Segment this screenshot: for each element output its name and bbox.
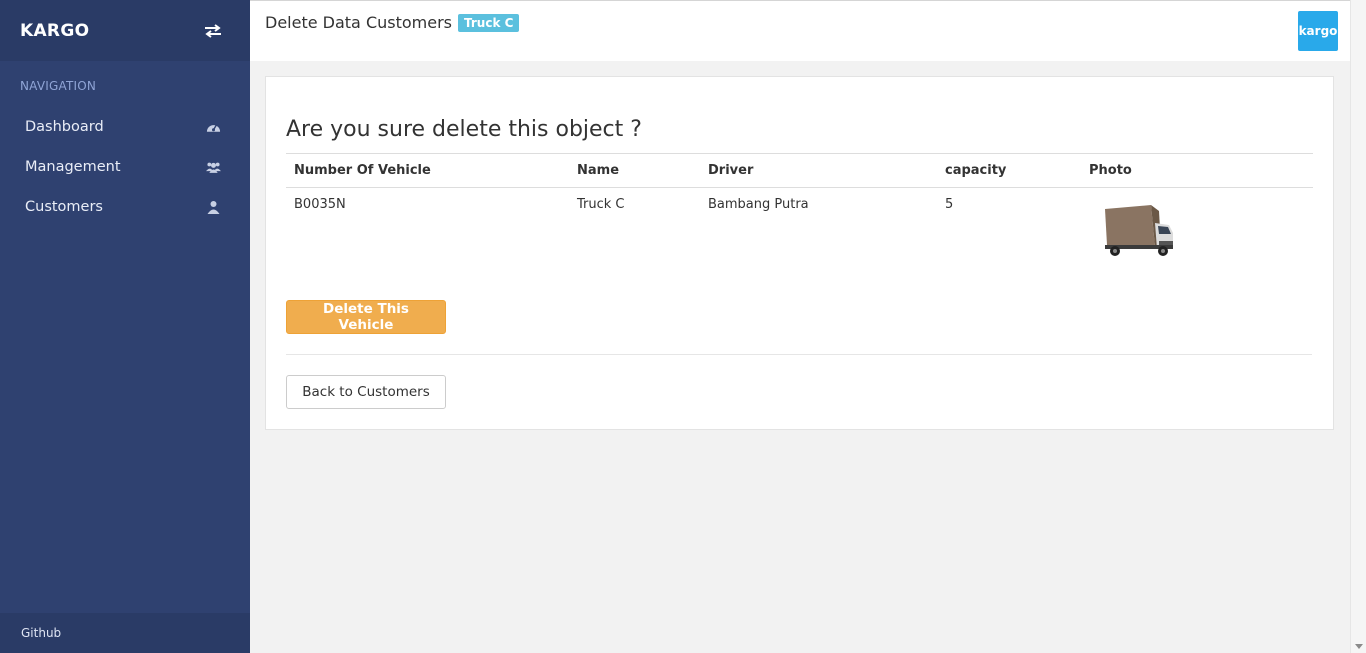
kargo-logo[interactable]: kargo	[1298, 11, 1338, 51]
cell-driver: Bambang Putra	[708, 197, 809, 212]
column-header-photo: Photo	[1081, 153, 1313, 188]
sidebar-item-label: Customers	[25, 199, 103, 215]
delete-confirm-panel: Are you sure delete this object ? Number…	[265, 76, 1334, 430]
vehicle-table: Number Of Vehicle Name Driver capacity P…	[286, 153, 1313, 282]
scrollbar[interactable]	[1350, 0, 1366, 653]
truck-photo	[1105, 205, 1173, 256]
page-title: Delete Data Customers Truck C	[265, 13, 520, 32]
sidebar-header: KARGO	[0, 0, 250, 61]
cell-name: Truck C	[577, 197, 625, 212]
table-header-row: Number Of Vehicle Name Driver capacity P…	[286, 153, 1313, 188]
column-header-number: Number Of Vehicle	[286, 153, 569, 188]
page-title-text: Delete Data Customers	[265, 13, 452, 32]
users-icon	[206, 162, 221, 173]
sidebar: KARGO NAVIGATION Dashboard Management Cu…	[0, 0, 250, 653]
user-icon	[207, 201, 220, 214]
app: KARGO NAVIGATION Dashboard Management Cu…	[0, 0, 1366, 653]
delete-vehicle-button[interactable]: Delete This Vehicle	[286, 300, 446, 334]
table-row: B0035N Truck C Bambang Putra 5	[286, 188, 1313, 282]
sidebar-item-label: Management	[25, 159, 121, 175]
column-header-capacity: capacity	[937, 153, 1081, 188]
sidebar-toggle-icon[interactable]	[204, 23, 222, 38]
sidebar-item-label: Dashboard	[25, 119, 104, 135]
sidebar-item-dashboard[interactable]: Dashboard	[0, 107, 250, 147]
scroll-down-arrow-icon[interactable]	[1355, 644, 1363, 649]
divider	[286, 354, 1312, 355]
status-badge: Truck C	[458, 13, 520, 32]
sidebar-item-management[interactable]: Management	[0, 147, 250, 187]
column-header-driver: Driver	[700, 153, 937, 188]
brand-logo[interactable]: KARGO	[20, 21, 89, 41]
confirm-question: Are you sure delete this object ?	[286, 117, 642, 142]
sidebar-footer-github[interactable]: Github	[0, 613, 250, 653]
nav-heading: NAVIGATION	[20, 79, 97, 93]
topbar: Delete Data Customers Truck C kargo	[250, 0, 1350, 61]
cell-photo	[1081, 188, 1313, 282]
dashboard-icon	[206, 124, 221, 132]
nav-list: Dashboard Management Customers	[0, 107, 250, 227]
back-to-customers-button[interactable]: Back to Customers	[286, 375, 446, 409]
sidebar-item-customers[interactable]: Customers	[0, 187, 250, 227]
column-header-name: Name	[569, 153, 700, 188]
cell-number: B0035N	[294, 197, 346, 212]
cell-capacity: 5	[945, 197, 954, 212]
